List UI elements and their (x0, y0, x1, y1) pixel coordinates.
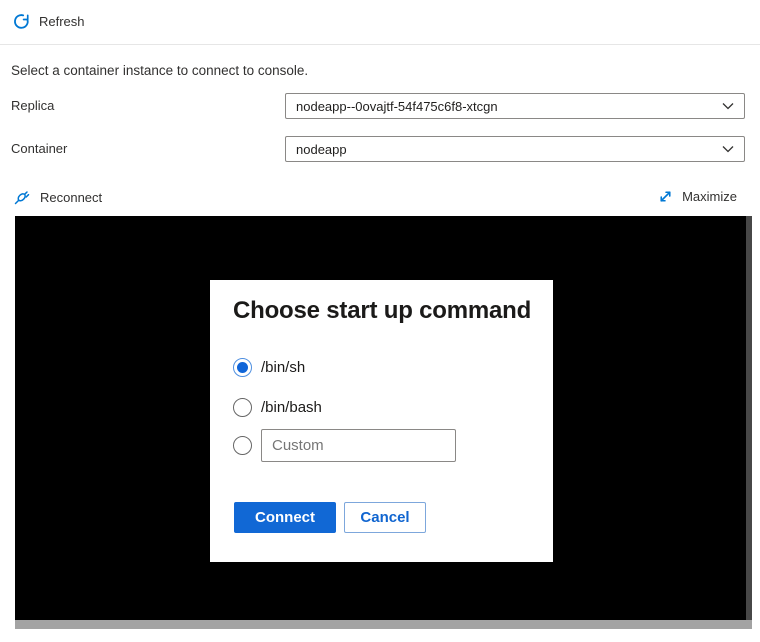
refresh-label: Refresh (39, 14, 85, 29)
refresh-icon (13, 13, 30, 30)
maximize-button[interactable]: Maximize (657, 188, 737, 205)
dialog-title: Choose start up command (233, 297, 532, 324)
radio-option-custom[interactable] (233, 429, 456, 462)
replica-label: Replica (11, 98, 55, 113)
radio-option-bin-bash[interactable]: /bin/bash (233, 396, 322, 418)
radio-unselected-icon[interactable] (233, 397, 252, 417)
connect-button[interactable]: Connect (234, 502, 336, 533)
chevron-down-icon (721, 99, 735, 113)
console-vertical-scrollbar[interactable] (746, 216, 752, 620)
replica-dropdown-value: nodeapp--0ovajtf-54f475c6f8-xtcgn (296, 98, 498, 114)
reconnect-button[interactable]: Reconnect (13, 188, 102, 206)
container-dropdown-value: nodeapp (296, 141, 347, 157)
dialog-button-row: Connect Cancel (234, 502, 426, 533)
custom-command-input[interactable] (261, 429, 456, 462)
refresh-button[interactable]: Refresh (13, 13, 85, 30)
container-dropdown[interactable]: nodeapp (285, 136, 745, 162)
container-label: Container (11, 141, 68, 156)
startup-command-dialog: Choose start up command /bin/sh /bin/bas… (210, 280, 553, 562)
console-horizontal-scrollbar[interactable] (15, 620, 752, 629)
radio-selected-icon[interactable] (233, 357, 252, 377)
maximize-label: Maximize (682, 189, 737, 204)
replica-dropdown[interactable]: nodeapp--0ovajtf-54f475c6f8-xtcgn (285, 93, 745, 119)
plug-reconnect-icon (13, 188, 31, 206)
radio-label: /bin/sh (261, 358, 306, 376)
radio-label: /bin/bash (261, 398, 322, 416)
chevron-down-icon (721, 142, 735, 156)
toolbar-divider (0, 44, 760, 45)
instructions-text: Select a container instance to connect t… (11, 63, 309, 78)
maximize-diagonal-arrows-icon (657, 188, 674, 205)
cancel-button[interactable]: Cancel (344, 502, 426, 533)
radio-unselected-icon[interactable] (233, 436, 252, 455)
radio-option-bin-sh[interactable]: /bin/sh (233, 356, 305, 378)
reconnect-label: Reconnect (40, 189, 103, 205)
container-console-page: Refresh Select a container instance to c… (0, 0, 760, 642)
